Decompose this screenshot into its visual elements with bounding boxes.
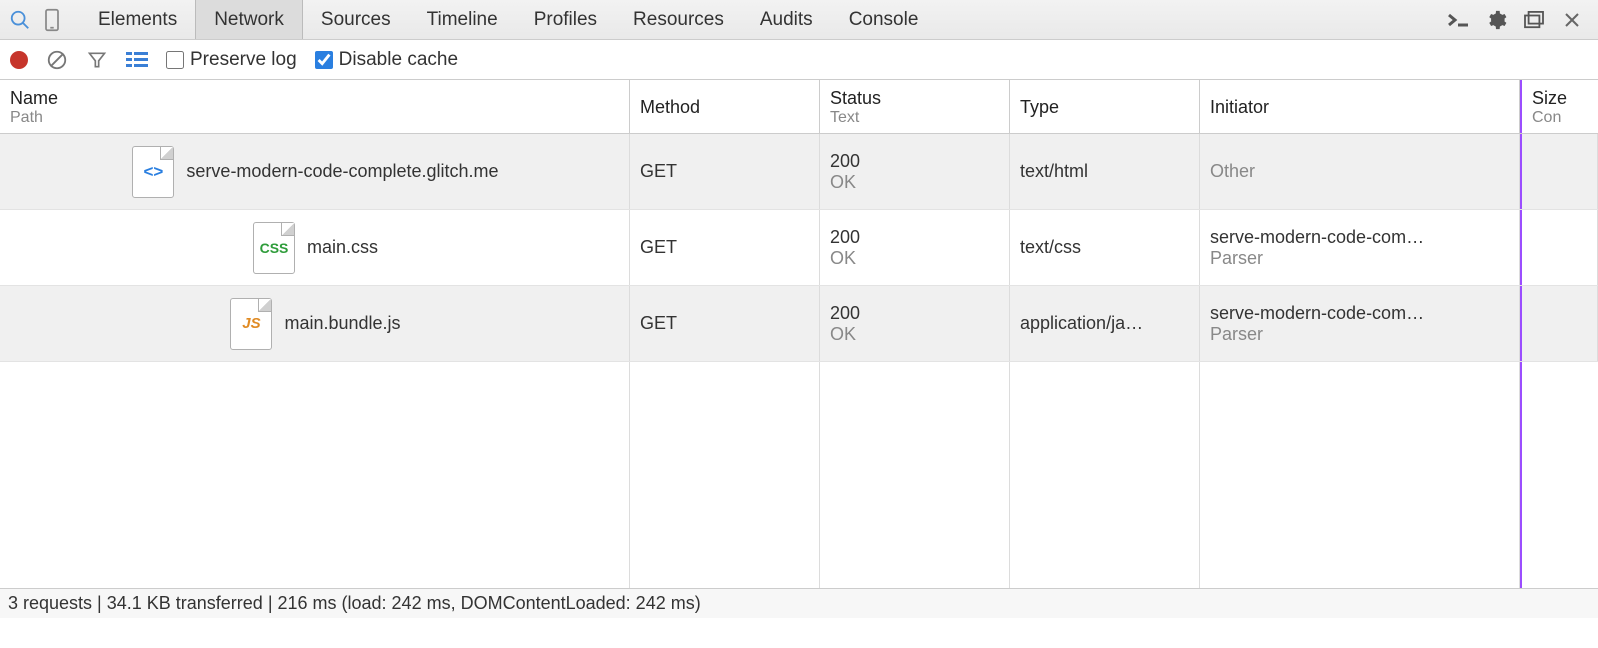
record-button[interactable] [10, 51, 28, 69]
cell-initiator: Other [1200, 134, 1520, 209]
header-method[interactable]: Method [630, 80, 820, 133]
tab-sources[interactable]: Sources [303, 0, 409, 39]
status-bar: 3 requests | 34.1 KB transferred | 216 m… [0, 588, 1598, 618]
disable-cache-checkbox[interactable]: Disable cache [315, 49, 458, 71]
preserve-log-checkbox[interactable]: Preserve log [166, 49, 297, 71]
search-icon[interactable] [6, 6, 34, 34]
cell-size [1520, 286, 1598, 361]
tab-network[interactable]: Network [195, 0, 303, 39]
panel-tabs: Elements Network Sources Timeline Profil… [80, 0, 936, 39]
disable-cache-label: Disable cache [339, 49, 458, 71]
cell-method: GET [630, 210, 820, 285]
network-grid-header: Name Path Method Status Text Type Initia… [0, 80, 1598, 134]
cell-method: GET [630, 134, 820, 209]
js-file-icon: JS [230, 298, 272, 350]
header-size[interactable]: Size Con [1520, 80, 1598, 133]
header-type[interactable]: Type [1010, 80, 1200, 133]
cell-status: 200 OK [820, 286, 1010, 361]
css-file-icon: CSS [253, 222, 295, 274]
network-toolbar: Preserve log Disable cache [0, 40, 1598, 80]
tab-timeline[interactable]: Timeline [409, 0, 516, 39]
tab-console[interactable]: Console [831, 0, 937, 39]
cell-type: text/html [1010, 134, 1200, 209]
html-file-icon: <> [132, 146, 174, 198]
device-mode-icon[interactable] [38, 6, 66, 34]
cell-type: text/css [1010, 210, 1200, 285]
show-drawer-icon[interactable] [1444, 6, 1472, 34]
cell-status: 200 OK [820, 210, 1010, 285]
header-status[interactable]: Status Text [820, 80, 1010, 133]
filter-icon[interactable] [86, 50, 108, 70]
cell-type: application/ja… [1010, 286, 1200, 361]
view-large-icon[interactable] [126, 51, 148, 69]
table-row[interactable]: CSS main.css GET 200 OK text/css serve-m… [0, 210, 1598, 286]
cell-size [1520, 210, 1598, 285]
devtools-tabstrip: Elements Network Sources Timeline Profil… [0, 0, 1598, 40]
dock-side-icon[interactable] [1520, 6, 1548, 34]
clear-button[interactable] [46, 49, 68, 71]
status-summary: 3 requests | 34.1 KB transferred | 216 m… [8, 593, 701, 614]
tab-profiles[interactable]: Profiles [516, 0, 615, 39]
table-row[interactable]: JS main.bundle.js GET 200 OK application… [0, 286, 1598, 362]
close-icon[interactable] [1558, 6, 1586, 34]
cell-name: <> serve-modern-code-complete.glitch.me [0, 134, 630, 209]
cell-method: GET [630, 286, 820, 361]
cell-name: CSS main.css [0, 210, 630, 285]
preserve-log-label: Preserve log [190, 49, 297, 71]
table-row[interactable]: <> serve-modern-code-complete.glitch.me … [0, 134, 1598, 210]
cell-initiator: serve-modern-code-com… Parser [1200, 286, 1520, 361]
disable-cache-input[interactable] [315, 51, 333, 69]
network-grid: <> serve-modern-code-complete.glitch.me … [0, 134, 1598, 618]
header-name[interactable]: Name Path [0, 80, 630, 133]
cell-status: 200 OK [820, 134, 1010, 209]
settings-gear-icon[interactable] [1482, 6, 1510, 34]
initiator-link[interactable]: serve-modern-code-com… [1210, 227, 1509, 248]
tab-elements[interactable]: Elements [80, 0, 195, 39]
initiator-link[interactable]: serve-modern-code-com… [1210, 303, 1509, 324]
tab-resources[interactable]: Resources [615, 0, 742, 39]
cell-initiator: serve-modern-code-com… Parser [1200, 210, 1520, 285]
header-initiator[interactable]: Initiator [1200, 80, 1520, 133]
tab-audits[interactable]: Audits [742, 0, 831, 39]
cell-size [1520, 134, 1598, 209]
cell-name: JS main.bundle.js [0, 286, 630, 361]
preserve-log-input[interactable] [166, 51, 184, 69]
